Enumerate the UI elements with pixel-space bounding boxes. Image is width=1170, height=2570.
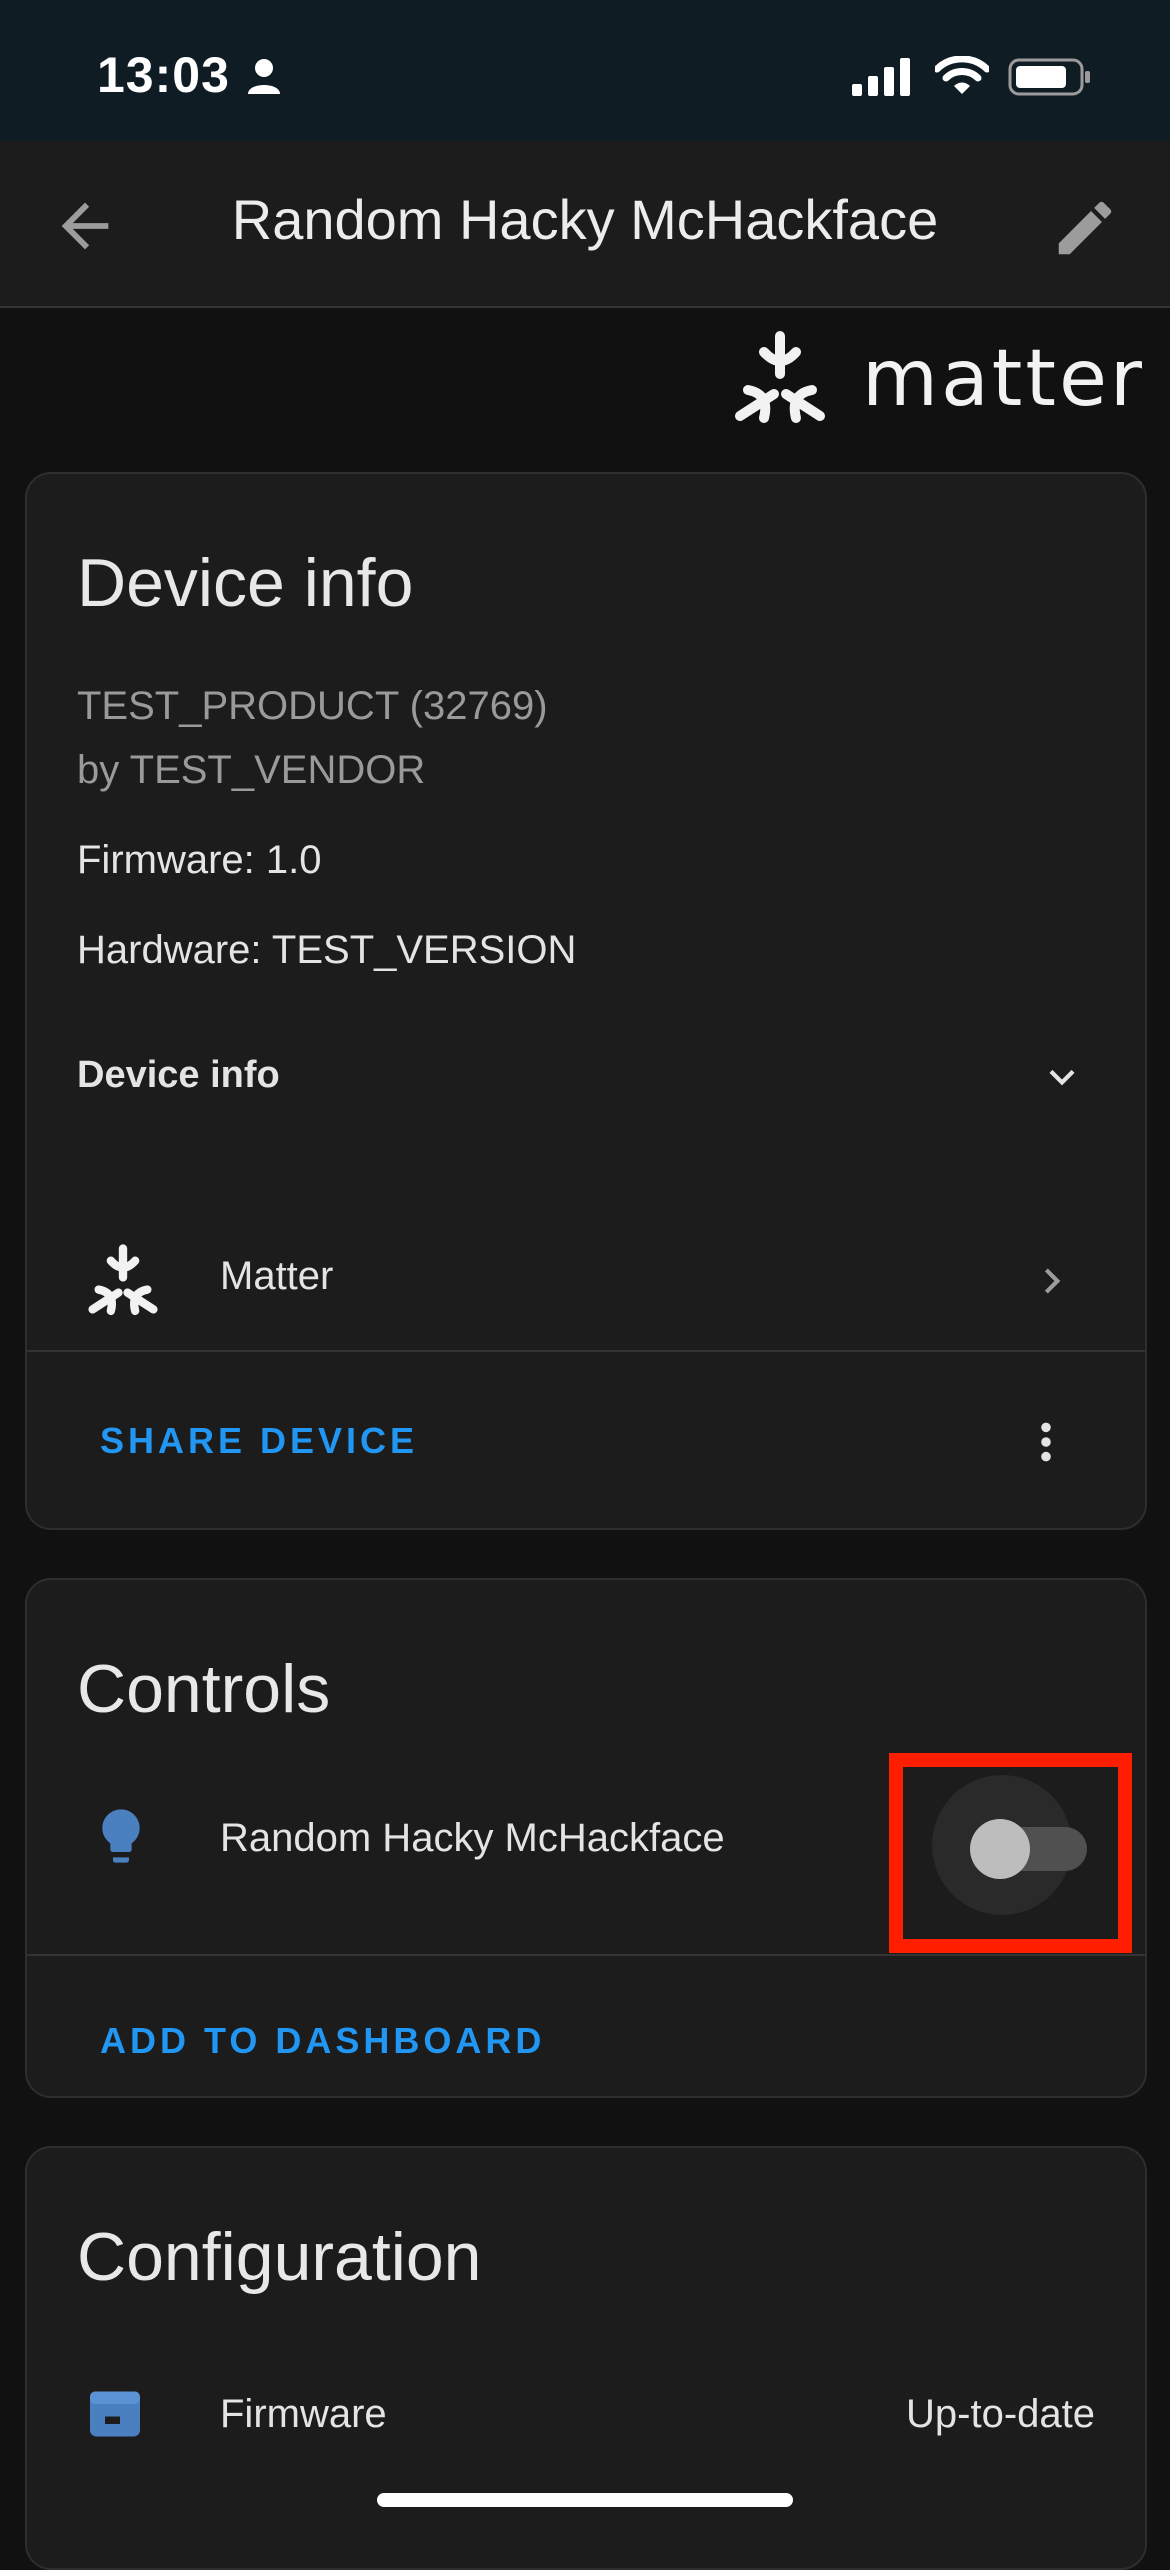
vendor-name: by TEST_VENDOR	[77, 748, 426, 792]
card-title: Controls	[77, 1651, 331, 1727]
firmware-row[interactable]: Firmware Up-to-date	[27, 2358, 1145, 2478]
chevron-right-icon	[1044, 1268, 1061, 1294]
expander-label: Device info	[77, 1054, 280, 1096]
wifi-icon	[935, 56, 989, 94]
firmware-version: Firmware: 1.0	[77, 838, 322, 882]
status-bar: 13:03	[0, 0, 1170, 141]
matter-logo-text: matter	[862, 334, 1146, 424]
share-device-button[interactable]: SHARE DEVICE	[100, 1420, 418, 1462]
lightbulb-icon[interactable]	[89, 1804, 153, 1868]
chevron-down-icon	[1049, 1069, 1075, 1086]
page-title: Random Hacky McHackface	[231, 188, 939, 251]
entity-label[interactable]: Random Hacky McHackface	[220, 1816, 725, 1861]
firmware-row-label: Firmware	[220, 2392, 387, 2436]
arrow-left-icon[interactable]	[50, 191, 120, 261]
status-time: 13:03	[97, 47, 230, 103]
more-vert-icon[interactable]	[1021, 1412, 1071, 1472]
matter-icon	[88, 1244, 158, 1316]
card-title: Device info	[77, 545, 414, 621]
card-title: Configuration	[77, 2219, 482, 2295]
cellular-signal-icon	[852, 58, 910, 96]
divider	[27, 1954, 1145, 1956]
person-icon	[248, 59, 280, 94]
divider	[27, 1350, 1145, 1352]
product-name: TEST_PRODUCT (32769)	[77, 684, 548, 728]
matter-logo-icon	[735, 331, 825, 423]
firmware-row-value: Up-to-date	[906, 2392, 1095, 2436]
device-info-expander[interactable]: Device info	[27, 1014, 1145, 1134]
hardware-version: Hardware: TEST_VERSION	[77, 928, 577, 972]
integration-row-label: Matter	[220, 1254, 334, 1298]
matter-logo: matter	[730, 330, 1142, 430]
app-header: Random Hacky McHackface	[0, 141, 1170, 308]
highlight-box	[889, 1753, 1132, 1953]
add-to-dashboard-button[interactable]: ADD TO DASHBOARD	[100, 2020, 545, 2062]
battery-icon	[1008, 58, 1090, 96]
package-icon	[90, 2391, 140, 2437]
device-info-card: Device info TEST_PRODUCT (32769) by TEST…	[25, 472, 1147, 1530]
pencil-icon[interactable]	[1050, 193, 1120, 263]
integration-row-matter[interactable]: Matter	[27, 1214, 1145, 1344]
home-indicator	[377, 2493, 793, 2507]
